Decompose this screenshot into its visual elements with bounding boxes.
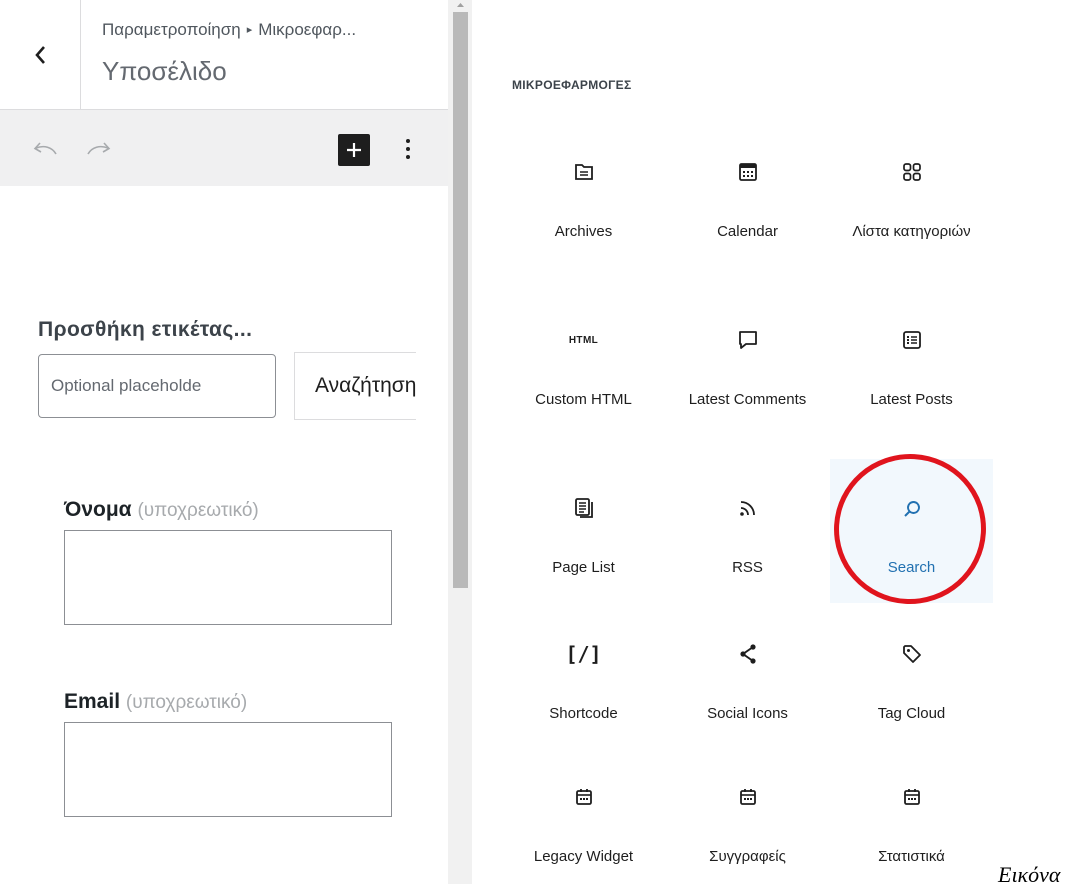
block-authors[interactable]: Συγγραφείς — [666, 775, 829, 880]
block-rss[interactable]: RSS — [666, 486, 829, 628]
block-label: Latest Comments — [688, 391, 807, 408]
breadcrumb-current: Μικροεφαρ... — [258, 20, 357, 39]
back-button[interactable] — [0, 0, 81, 109]
block-archives[interactable]: Archives — [502, 150, 665, 292]
panel-header: Παραμετροποίηση ▸ Μικροεφαρ... Υποσέλιδο — [0, 0, 448, 110]
page-title: Υποσέλιδο — [102, 56, 227, 86]
widget-calendar-icon — [575, 789, 592, 805]
block-label: Page List — [552, 559, 615, 576]
block-label: Calendar — [717, 223, 778, 240]
block-categories-list[interactable]: Λίστα κατηγοριών — [830, 150, 993, 292]
redo-button[interactable] — [84, 136, 114, 162]
email-label-text: Email — [64, 690, 121, 713]
block-label: Στατιστικά — [878, 848, 945, 865]
breadcrumb-parent: Παραμετροποίηση — [102, 20, 241, 39]
block-statistics[interactable]: Στατιστικά — [830, 775, 993, 880]
block-label: Συγγραφείς — [709, 848, 786, 865]
shortcode-icon: [/] — [565, 642, 602, 666]
block-search[interactable]: Search — [830, 459, 993, 603]
email-required-note: (υποχρεωτικό) — [125, 692, 248, 713]
more-vertical-icon — [406, 139, 410, 159]
post-list-icon — [902, 331, 921, 349]
block-label: RSS — [732, 559, 763, 576]
chevron-left-icon — [35, 45, 45, 64]
breadcrumb-separator: ▸ — [246, 24, 253, 36]
archive-icon — [574, 164, 593, 180]
block-label: Latest Posts — [870, 391, 953, 408]
figure-caption: Εικόνα — [998, 862, 1061, 887]
search-submit-button[interactable]: Αναζήτηση — [294, 352, 416, 420]
block-toolbar — [0, 110, 448, 186]
comment-icon — [738, 331, 757, 349]
block-label: Shortcode — [549, 705, 618, 722]
block-latest-comments[interactable]: Latest Comments — [666, 318, 829, 460]
plus-icon — [347, 143, 361, 157]
block-label: Tag Cloud — [877, 705, 946, 722]
html-icon: HTML — [568, 334, 599, 346]
block-tag-cloud[interactable]: Tag Cloud — [830, 632, 993, 774]
search-icon — [903, 501, 920, 517]
scrollbar-thumb[interactable] — [453, 12, 468, 588]
pages-icon — [574, 498, 593, 518]
options-button[interactable] — [398, 132, 418, 166]
redo-icon — [87, 142, 111, 155]
widgets-category-title: ΜΙΚΡΟΕΦΑΡΜΟΓΕΣ — [512, 78, 632, 92]
name-required-note: (υποχρεωτικό) — [137, 500, 259, 521]
block-shortcode[interactable]: [/] Shortcode — [502, 632, 665, 774]
name-field[interactable] — [64, 530, 392, 625]
block-label: Archives — [554, 223, 613, 240]
scroll-up-arrow-icon[interactable] — [453, 0, 468, 10]
email-field[interactable] — [64, 722, 392, 817]
block-page-list[interactable]: Page List — [502, 486, 665, 628]
breadcrumb: Παραμετροποίηση ▸ Μικροεφαρ... — [102, 20, 356, 40]
rss-icon — [739, 501, 755, 516]
block-social-icons[interactable]: Social Icons — [666, 632, 829, 774]
tag-icon — [902, 645, 921, 663]
block-label: Custom HTML — [535, 391, 632, 408]
widget-calendar-icon — [739, 789, 756, 805]
block-label: Legacy Widget — [533, 848, 634, 865]
undo-icon — [33, 142, 57, 155]
add-block-button[interactable] — [338, 134, 370, 166]
block-label: Λίστα κατηγοριών — [852, 223, 971, 240]
search-input-placeholder: Optional placeholde — [51, 376, 202, 395]
block-label: Social Icons — [707, 705, 788, 722]
block-label: Search — [887, 559, 936, 576]
share-icon — [739, 644, 756, 664]
calendar-icon — [738, 163, 757, 181]
block-custom-html[interactable]: HTML Custom HTML — [502, 318, 665, 460]
email-field-label: Email (υποχρεωτικό) — [64, 690, 247, 714]
search-block-label[interactable]: Προσθήκη ετικέτας... — [38, 318, 252, 342]
widget-calendar-icon — [903, 789, 920, 805]
categories-icon — [902, 163, 921, 181]
name-label-text: Όνομα — [64, 498, 132, 521]
block-legacy-widget[interactable]: Legacy Widget — [502, 775, 665, 880]
block-calendar[interactable]: Calendar — [666, 150, 829, 292]
undo-button[interactable] — [30, 136, 60, 162]
name-field-label: Όνομα (υποχρεωτικό) — [64, 498, 259, 522]
block-latest-posts[interactable]: Latest Posts — [830, 318, 993, 460]
search-input[interactable]: Optional placeholde — [38, 354, 276, 418]
